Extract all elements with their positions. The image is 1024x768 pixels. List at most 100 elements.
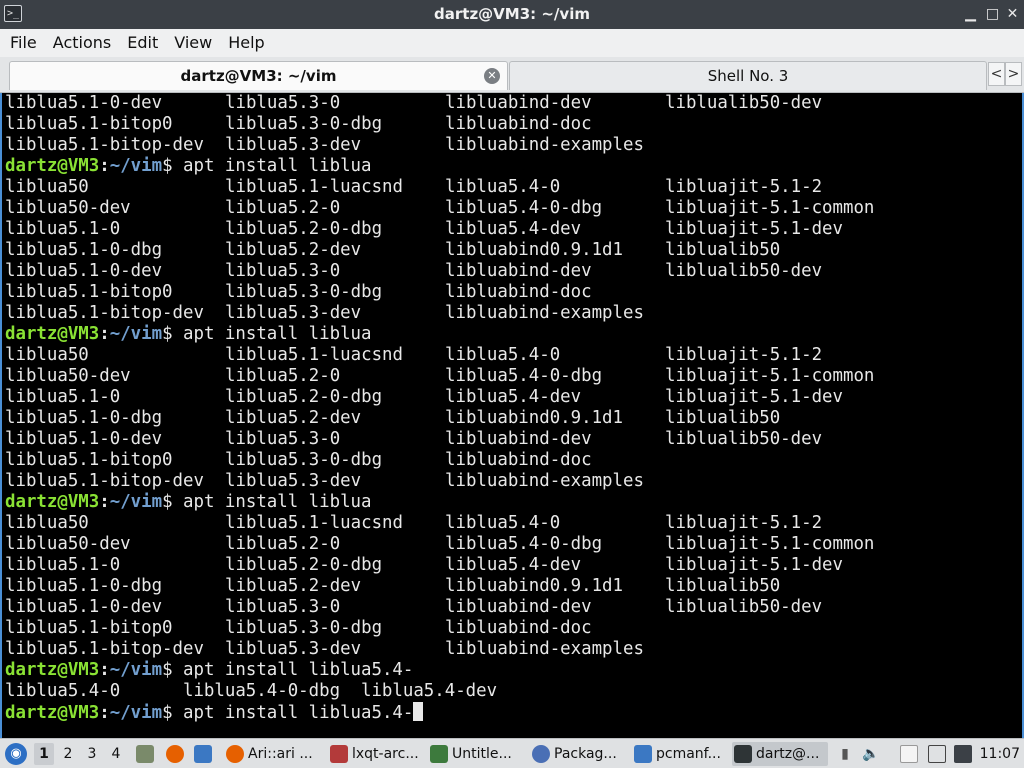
scroll-indicator-icon[interactable]: ▮ (836, 745, 854, 763)
window-titlebar[interactable]: >_ dartz@VM3: ~/vim ▁ □ ✕ (0, 0, 1024, 29)
completion-entry: libluajit-5.1-2 (665, 345, 823, 365)
display-icon[interactable] (928, 745, 946, 763)
terminal-completion-row: liblua5.1-bitop-dev liblua5.3-dev libluabi… (5, 135, 1017, 156)
menu-view[interactable]: View (166, 29, 220, 57)
prompt-user-host: dartz@VM3 (5, 156, 100, 176)
completion-entry: libluabind-dev (445, 93, 592, 113)
tab-close-icon[interactable]: ✕ (484, 68, 500, 84)
completion-entry: liblua50-dev (5, 366, 131, 386)
task-firefox[interactable]: Ari::ari ... (224, 742, 319, 766)
tab-dartz-vim[interactable]: dartz@VM3: ~/vim ✕ (9, 61, 508, 90)
show-desktop-icon[interactable] (136, 745, 154, 763)
close-icon[interactable]: ✕ (1004, 6, 1021, 23)
prompt-command: apt install liblua5.4- (172, 703, 414, 723)
prompt-user-host: dartz@VM3 (5, 660, 100, 680)
prompt-path: ~/vim (109, 492, 163, 512)
task-pcmanfm[interactable]: pcmanf... (632, 742, 724, 766)
folder-icon (634, 745, 652, 763)
completion-entry: libluabind-dev (445, 429, 592, 449)
completion-entry: liblua5.1-0 (5, 387, 121, 407)
network-icon[interactable] (954, 745, 972, 763)
completion-entry: liblua5.4-0-dbg (445, 534, 603, 554)
tab-label: Shell No. 3 (707, 67, 789, 85)
terminal-completion-row: liblua5.1-0 liblua5.2-0-dbg liblua5.4-dev l… (5, 219, 1017, 240)
prompt-user-host: dartz@VM3 (5, 703, 100, 723)
terminal-completion-row: liblua5.1-bitop-dev liblua5.3-dev libluabi… (5, 639, 1017, 660)
completion-entry: libluajit-5.1-common (665, 198, 875, 218)
maximize-icon[interactable]: □ (984, 6, 1001, 23)
terminal-completion-row: liblua5.1-0-dev liblua5.3-0 libluabind-dev… (5, 597, 1017, 618)
completion-entry: liblua5.4-0 (445, 177, 561, 197)
prompt-command: apt install liblua5.4- (172, 660, 414, 680)
terminal-completion-row: liblua5.1-bitop-dev liblua5.3-dev libluabi… (5, 303, 1017, 324)
completion-entry: liblua5.1-luacsnd (225, 345, 403, 365)
menu-bar: File Actions Edit View Help (0, 29, 1024, 57)
completion-entry: libluabind0.9.1d1 (445, 240, 623, 260)
completion-entry: liblua5.3-dev (225, 303, 362, 323)
menu-actions[interactable]: Actions (45, 29, 119, 57)
tab-shell-no-3[interactable]: Shell No. 3 (509, 61, 987, 90)
completion-entry: liblua5.1-0-dev (5, 93, 163, 113)
clock[interactable]: 11:07 (980, 739, 1020, 768)
volume-icon[interactable]: 🔈 (862, 745, 880, 763)
prompt-path: ~/vim (109, 660, 163, 680)
prompt-symbol: $ (162, 660, 173, 680)
prompt-separator: : (99, 492, 110, 512)
completion-entry: liblua5.1-0-dbg (5, 576, 163, 596)
desktop-1-button[interactable]: 1 (34, 743, 54, 765)
menu-edit[interactable]: Edit (119, 29, 166, 57)
prompt-symbol: $ (162, 492, 173, 512)
completion-entry: liblua5.4-dev (445, 387, 582, 407)
completion-entry: libluabind-doc (445, 114, 592, 134)
tab-scroll-right-icon[interactable]: > (1005, 62, 1022, 86)
terminal-output[interactable]: liblua5.1-0-dev liblua5.3-0 libluabind-dev… (0, 93, 1024, 738)
clipboard-icon[interactable] (900, 745, 918, 763)
task-package-manager[interactable]: Packag... (530, 742, 625, 766)
menu-file[interactable]: File (2, 29, 45, 57)
terminal-prompt-line: dartz@VM3:~/vim$ apt install liblua5.4- (5, 660, 1017, 681)
completion-entry: libluabind-doc (445, 282, 592, 302)
minimize-icon[interactable]: ▁ (962, 6, 979, 23)
desktop-3-button[interactable]: 3 (82, 743, 102, 765)
completion-entry: liblua5.1-bitop0 (5, 450, 173, 470)
menu-help[interactable]: Help (220, 29, 272, 57)
tab-scroll-left-icon[interactable]: < (988, 62, 1005, 86)
terminal-completion-row: liblua5.1-0-dev liblua5.3-0 libluabind-dev… (5, 261, 1017, 282)
completion-entry: liblua5.1-bitop0 (5, 282, 173, 302)
completion-entry: liblua5.4-0 (445, 513, 561, 533)
completion-entry: liblua5.1-bitop0 (5, 114, 173, 134)
completion-entry: liblua5.2-0 (225, 198, 341, 218)
task-untitled-document[interactable]: Untitle... (428, 742, 520, 766)
start-menu-icon[interactable]: ◉ (5, 743, 27, 765)
desktop-4-button[interactable]: 4 (106, 743, 126, 765)
firefox-launcher-icon[interactable] (166, 745, 184, 763)
task-terminal[interactable]: dartz@... (732, 742, 828, 766)
terminal-cursor (413, 702, 424, 721)
completion-entry: liblua5.1-bitop0 (5, 618, 173, 638)
completion-entry: liblualib50-dev (665, 429, 823, 449)
completion-entry: liblua5.3-0 (225, 261, 341, 281)
completion-entry: libluajit-5.1-common (665, 534, 875, 554)
completion-entry: liblua5.4-0 (445, 345, 561, 365)
completion-entry: liblua5.2-0 (225, 534, 341, 554)
completion-entry: liblualib50-dev (665, 93, 823, 113)
completion-entry: liblua5.1-0 (5, 219, 121, 239)
terminal-completion-row: liblua5.1-0-dev liblua5.3-0 libluabind-dev… (5, 429, 1017, 450)
completion-entry: liblua5.3-0-dbg (225, 618, 383, 638)
task-lxqt-archiver[interactable]: lxqt-arc... (328, 742, 420, 766)
completion-entry: liblua5.1-0-dev (5, 429, 163, 449)
completion-entry: liblua5.4-0-dbg (445, 198, 603, 218)
file-manager-launcher-icon[interactable] (194, 745, 212, 763)
completion-entry: liblua5.1-0-dbg (5, 408, 163, 428)
completion-entry: liblua5.3-0-dbg (225, 114, 383, 134)
prompt-separator: : (99, 703, 110, 723)
completion-entry: liblua5.3-0 (225, 93, 341, 113)
prompt-symbol: $ (162, 324, 173, 344)
tab-bar: dartz@VM3: ~/vim ✕ Shell No. 3 (0, 57, 1024, 93)
prompt-path: ~/vim (109, 703, 163, 723)
prompt-path: ~/vim (109, 324, 163, 344)
desktop-2-button[interactable]: 2 (58, 743, 78, 765)
document-icon (430, 745, 448, 763)
terminal-completion-row: liblua5.1-0-dbg liblua5.2-dev libluabind0.… (5, 240, 1017, 261)
completion-entry: libluabind-doc (445, 618, 592, 638)
